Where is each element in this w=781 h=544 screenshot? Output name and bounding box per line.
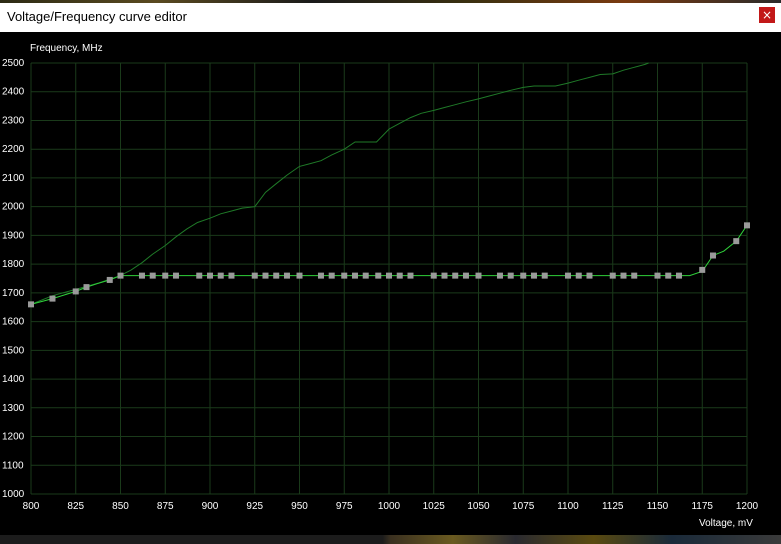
x-tick-label: 875	[157, 501, 174, 512]
curve-point[interactable]	[386, 272, 392, 279]
curve-point[interactable]	[631, 272, 638, 279]
curve-point[interactable]	[28, 301, 34, 308]
curve-point[interactable]	[586, 272, 593, 279]
y-tick-label: 2300	[2, 115, 25, 126]
curve-point[interactable]	[172, 272, 179, 279]
curve-point[interactable]	[462, 272, 469, 279]
y-tick-label: 1900	[2, 230, 25, 241]
curve-point[interactable]	[709, 252, 716, 259]
x-tick-label: 925	[246, 501, 263, 512]
y-tick-label: 2100	[2, 173, 25, 184]
curve-point[interactable]	[138, 272, 145, 279]
curve-point[interactable]	[149, 272, 156, 279]
curve-point[interactable]	[375, 272, 382, 279]
curve-point[interactable]	[530, 272, 537, 279]
curve-point[interactable]	[407, 272, 414, 279]
x-tick-label: 825	[67, 501, 84, 512]
curve-point[interactable]	[72, 288, 79, 295]
x-tick-label: 1075	[512, 501, 535, 512]
curve-point[interactable]	[520, 272, 527, 279]
x-tick-label: 975	[336, 501, 353, 512]
y-tick-label: 2200	[2, 144, 25, 155]
curve-point[interactable]	[496, 272, 503, 279]
x-tick-label: 800	[23, 501, 40, 512]
curve-point[interactable]	[744, 222, 750, 229]
curve-point[interactable]	[541, 272, 548, 279]
curve-point[interactable]	[351, 272, 358, 279]
x-tick-label: 1175	[691, 501, 713, 512]
x-tick-label: 1125	[602, 501, 624, 512]
y-tick-label: 1300	[2, 403, 25, 414]
x-tick-label: 1200	[736, 501, 759, 512]
curve-point[interactable]	[328, 272, 335, 279]
curve-point[interactable]	[675, 272, 682, 279]
window-title: Voltage/Frequency curve editor	[7, 9, 187, 24]
curve-point[interactable]	[733, 238, 740, 245]
curve-point[interactable]	[362, 272, 369, 279]
window-titlebar[interactable]: Voltage/Frequency curve editor ×	[0, 0, 781, 32]
curve-point[interactable]	[507, 272, 514, 279]
curve-point[interactable]	[83, 284, 90, 291]
curve-point[interactable]	[452, 272, 459, 279]
y-tick-label: 2500	[2, 58, 25, 69]
curve-point[interactable]	[217, 272, 224, 279]
y-tick-label: 1500	[2, 345, 25, 356]
curve-point[interactable]	[106, 276, 113, 283]
curve-point[interactable]	[207, 272, 213, 279]
y-tick-label: 1800	[2, 259, 25, 270]
curve-point[interactable]	[283, 272, 290, 279]
curve-point[interactable]	[565, 272, 571, 279]
x-tick-label: 1025	[423, 501, 446, 512]
curve-point[interactable]	[475, 272, 482, 279]
x-tick-label: 900	[202, 501, 219, 512]
x-axis-label: Voltage, mV	[699, 518, 753, 529]
x-tick-label: 1150	[647, 501, 669, 512]
curve-point[interactable]	[609, 272, 616, 279]
curve-point[interactable]	[251, 272, 258, 279]
curve-point[interactable]	[162, 272, 169, 279]
y-tick-label: 1400	[2, 374, 25, 385]
curve-point[interactable]	[262, 272, 269, 279]
curve-point[interactable]	[117, 272, 124, 279]
y-tick-label: 1700	[2, 288, 25, 299]
curve-point[interactable]	[654, 272, 661, 279]
tick-labels: 800 825 850 875 900 925 950 975 1000 1025 1050 1075…	[2, 58, 759, 512]
y-tick-label: 1600	[2, 317, 25, 328]
y-tick-label: 2000	[2, 202, 25, 213]
curve-point[interactable]	[441, 272, 448, 279]
x-tick-label: 950	[291, 501, 308, 512]
curve-point[interactable]	[430, 272, 437, 279]
curve-point[interactable]	[49, 295, 56, 302]
curve-point[interactable]	[396, 272, 403, 279]
curve-point[interactable]	[196, 272, 203, 279]
x-tick-label: 1100	[557, 501, 579, 512]
background-strip-bottom	[0, 535, 781, 544]
curve-point[interactable]	[575, 272, 582, 279]
y-tick-label: 1000	[2, 489, 25, 500]
curve-point[interactable]	[296, 272, 303, 279]
x-tick-label: 1050	[467, 501, 490, 512]
x-tick-label: 850	[112, 501, 129, 512]
background-strip-top	[0, 0, 781, 3]
curve-point[interactable]	[620, 272, 627, 279]
chart-area[interactable]: Frequency, MHz Voltage, mV 800 825 850 875 9…	[0, 32, 781, 535]
y-tick-label: 1100	[2, 460, 24, 471]
curve-point[interactable]	[273, 272, 280, 279]
y-tick-label: 2400	[2, 87, 25, 98]
curve-point[interactable]	[699, 266, 706, 273]
vf-curve-chart[interactable]: Frequency, MHz Voltage, mV 800 825 850 875 9…	[0, 32, 781, 535]
x-tick-label: 1000	[378, 501, 401, 512]
curve-point[interactable]	[665, 272, 672, 279]
close-button[interactable]: ×	[759, 7, 775, 23]
curve-point[interactable]	[228, 272, 235, 279]
y-tick-label: 1200	[2, 432, 25, 443]
y-axis-label: Frequency, MHz	[30, 43, 103, 54]
curve-point[interactable]	[341, 272, 348, 279]
upper-frequency-curve	[30, 62, 649, 305]
curve-point[interactable]	[317, 272, 324, 279]
